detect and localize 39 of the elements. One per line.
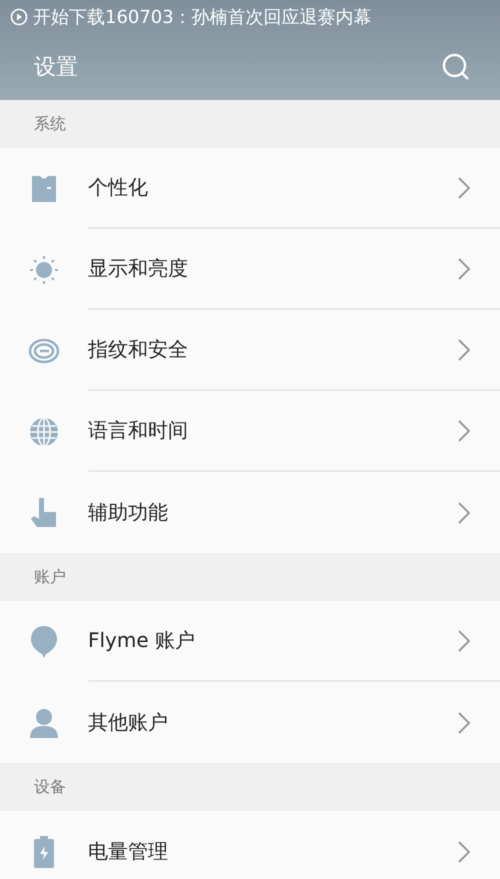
settings-item[interactable]: 电量管理 [0, 811, 500, 879]
battery-icon [33, 836, 55, 868]
chevron-right-icon [458, 338, 470, 360]
shirt-icon [30, 174, 58, 202]
chevron-right-icon [458, 840, 470, 862]
settings-label: 电量管理 [88, 838, 168, 865]
section-header: 账户 [34, 566, 66, 588]
chevron-right-icon [458, 258, 470, 280]
settings-label: 其他账户 [88, 709, 168, 736]
settings-item[interactable]: 显示和亮度 [0, 229, 500, 310]
chevron-right-icon [458, 420, 470, 442]
person-icon [29, 708, 59, 738]
hand-icon [30, 496, 58, 528]
settings-item[interactable]: 指纹和安全 [0, 310, 500, 391]
settings-item[interactable]: 语言和时间 [0, 391, 500, 472]
settings-label: 个性化 [88, 174, 148, 201]
section-header: 系统 [34, 114, 66, 134]
notification-text: 开始下载160703：孙楠首次回应退赛内幕 [33, 6, 372, 29]
settings-label: 指纹和安全 [88, 336, 188, 363]
settings-item[interactable]: 个性化 [0, 148, 500, 229]
settings-label: Flyme 账户 [88, 627, 196, 654]
settings-item[interactable]: 其他账户 [0, 682, 500, 763]
sun-icon [28, 254, 60, 286]
settings-label: 语言和时间 [88, 417, 188, 444]
page-title: 设置 [34, 54, 78, 82]
chevron-right-icon [458, 630, 470, 652]
chevron-right-icon [458, 176, 470, 198]
globe-icon [29, 416, 59, 446]
search-icon[interactable] [442, 53, 470, 81]
balloon-icon [30, 624, 58, 658]
chevron-right-icon [458, 712, 470, 734]
section-header: 设备 [34, 776, 66, 798]
settings-item[interactable]: Flyme 账户 [0, 601, 500, 682]
fingerprint-icon [28, 338, 60, 364]
settings-label: 辅助功能 [88, 499, 168, 526]
settings-item[interactable]: 辅助功能 [0, 472, 500, 553]
settings-label: 显示和亮度 [88, 255, 188, 282]
play-icon [10, 8, 28, 26]
chevron-right-icon [458, 502, 470, 524]
